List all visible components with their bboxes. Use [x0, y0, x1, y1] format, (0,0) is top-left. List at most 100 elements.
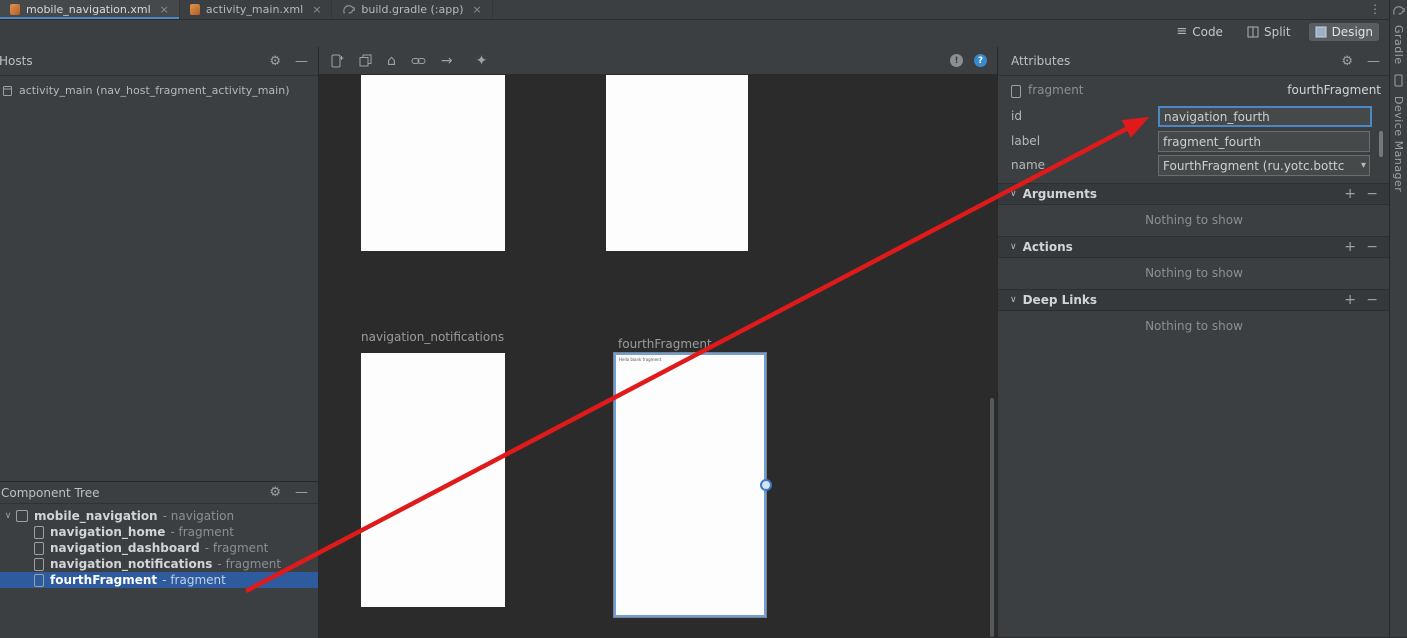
device-manager-tool-window-button[interactable]: Device Manager — [1392, 96, 1405, 192]
chevron-down-icon: ∨ — [1010, 189, 1017, 199]
host-item-activity-main[interactable]: activity_main (nav_host_fragment_activit… — [0, 76, 318, 97]
gradle-icon[interactable] — [1392, 5, 1405, 16]
actions-empty-text: Nothing to show — [998, 266, 1390, 280]
name-dropdown-value: FourthFragment (ru.yotc.bottc — [1163, 159, 1359, 173]
navigation-icon — [16, 510, 28, 522]
remove-action-button[interactable]: − — [1366, 239, 1378, 255]
tree-item-type: - fragment — [170, 525, 234, 539]
tree-row-navigation-dashboard[interactable]: navigation_dashboard - fragment — [0, 540, 318, 556]
fragment-preview-home[interactable] — [361, 75, 505, 251]
right-tool-window-strip: Gradle Device Manager — [1389, 0, 1407, 637]
tree-row-mobile-navigation[interactable]: ∨ mobile_navigation - navigation — [0, 508, 318, 524]
link-icon[interactable] — [411, 56, 426, 66]
name-attribute-row: name FourthFragment (ru.yotc.bottc ▾ — [998, 155, 1390, 177]
tree-item-type: - navigation — [163, 509, 235, 523]
attributes-panel-header: Attributes ⚙ — — [998, 47, 1390, 76]
component-type-label: fragment — [1028, 83, 1084, 97]
tree-row-fourth-fragment[interactable]: fourthFragment - fragment — [0, 572, 318, 588]
home-icon[interactable]: ⌂ — [387, 54, 396, 68]
add-action-button[interactable]: + — [1344, 239, 1356, 255]
component-tree-title: Component Tree — [1, 486, 99, 500]
attributes-panel-title: Attributes — [1011, 54, 1070, 68]
add-argument-button[interactable]: + — [1344, 186, 1356, 202]
tree-row-navigation-notifications[interactable]: navigation_notifications - fragment — [0, 556, 318, 572]
add-deep-link-button[interactable]: + — [1344, 292, 1356, 308]
attributes-scrollbar[interactable] — [1379, 131, 1383, 157]
warning-indicator-icon[interactable]: ! — [950, 54, 963, 67]
device-manager-icon[interactable] — [1394, 74, 1403, 87]
fragment-preview-dashboard[interactable] — [606, 75, 748, 251]
split-label: Split — [1264, 25, 1291, 39]
gear-icon[interactable]: ⚙ — [269, 55, 281, 68]
tree-item-type: - fragment — [162, 573, 226, 587]
kebab-menu-icon[interactable]: ⋮ — [1368, 2, 1382, 17]
fragment-preview-fourth-selected[interactable]: Hello blank fragment — [614, 353, 766, 617]
component-tree-rows: ∨ mobile_navigation - navigation navigat… — [0, 504, 318, 588]
fragment-icon — [34, 526, 44, 539]
canvas-vertical-scrollbar[interactable] — [990, 398, 994, 637]
minimize-icon[interactable]: — — [295, 486, 308, 499]
remove-argument-button[interactable]: − — [1366, 186, 1378, 202]
hosts-panel-header: Hosts ⚙ — — [0, 47, 318, 76]
editor-mode-bar: ≡ Code Split Design — [0, 20, 1389, 48]
id-input[interactable] — [1158, 106, 1372, 127]
tree-item-name: navigation_dashboard — [50, 541, 200, 555]
design-canvas[interactable]: navigation_notifications fourthFragment … — [319, 75, 997, 637]
tab-label: mobile_navigation.xml — [26, 3, 151, 16]
deep-links-section-header[interactable]: ∨ Deep Links + − — [998, 289, 1390, 311]
split-view-button[interactable]: Split — [1241, 23, 1297, 41]
auto-arrange-icon[interactable]: ✦ — [476, 54, 488, 68]
section-title: Deep Links — [1023, 293, 1097, 307]
fragment-icon — [34, 542, 44, 555]
label-attribute-row: label — [998, 131, 1390, 153]
editor-tab-bar: mobile_navigation.xml × activity_main.xm… — [0, 0, 1389, 20]
new-destination-icon[interactable] — [331, 54, 344, 68]
tab-mobile-navigation-xml[interactable]: mobile_navigation.xml × — [0, 0, 180, 19]
gear-icon[interactable]: ⚙ — [1341, 55, 1353, 68]
selection-handle[interactable] — [760, 479, 772, 491]
hosts-panel: Hosts ⚙ — activity_main (nav_host_fragme… — [0, 47, 319, 481]
close-icon[interactable]: × — [473, 3, 482, 16]
host-item-label: activity_main (nav_host_fragment_activit… — [19, 84, 290, 97]
minimize-icon[interactable]: — — [295, 55, 308, 68]
duplicate-icon[interactable] — [359, 54, 372, 67]
chevron-down-icon: ▾ — [1361, 160, 1366, 171]
tab-activity-main-xml[interactable]: activity_main.xml × — [180, 0, 333, 19]
split-icon — [1247, 26, 1259, 38]
component-tree-header: Component Tree ⚙ — — [0, 482, 318, 504]
remove-deep-link-button[interactable]: − — [1366, 292, 1378, 308]
tab-build-gradle[interactable]: build.gradle (:app) × — [332, 0, 492, 19]
design-view-button[interactable]: Design — [1309, 23, 1379, 41]
tree-item-name: navigation_notifications — [50, 557, 212, 571]
code-view-button[interactable]: ≡ Code — [1170, 23, 1229, 41]
close-icon[interactable]: × — [312, 3, 321, 16]
minimize-icon[interactable]: — — [1367, 55, 1380, 68]
tree-item-name: mobile_navigation — [34, 509, 158, 523]
component-tree-panel: Component Tree ⚙ — ∨ mobile_navigation -… — [0, 481, 319, 638]
fragment-preview-notifications[interactable] — [361, 353, 505, 607]
name-label: name — [1011, 158, 1045, 172]
name-dropdown[interactable]: FourthFragment (ru.yotc.bottc ▾ — [1158, 155, 1370, 176]
gradle-icon — [342, 4, 355, 15]
label-input[interactable] — [1158, 131, 1370, 152]
design-icon — [1315, 26, 1327, 38]
id-attribute-row: id — [998, 106, 1390, 128]
help-icon[interactable]: ? — [974, 54, 987, 67]
gradle-tool-window-button[interactable]: Gradle — [1392, 25, 1405, 65]
close-icon[interactable]: × — [160, 3, 169, 16]
code-label: Code — [1192, 25, 1223, 39]
go-to-destination-icon[interactable]: → — [441, 54, 453, 68]
actions-section-header[interactable]: ∨ Actions + − — [998, 236, 1390, 258]
tree-item-type: - fragment — [205, 541, 269, 555]
tree-row-navigation-home[interactable]: navigation_home - fragment — [0, 524, 318, 540]
arguments-section-header[interactable]: ∨ Arguments + − — [998, 183, 1390, 205]
tree-item-name: navigation_home — [50, 525, 165, 539]
canvas-toolbar: ⌂ → ✦ ! ? — [319, 47, 997, 75]
gear-icon[interactable]: ⚙ — [269, 486, 281, 499]
chevron-down-icon: ∨ — [1010, 242, 1017, 252]
chevron-down-icon[interactable]: ∨ — [2, 511, 14, 521]
chevron-down-icon: ∨ — [1010, 295, 1017, 305]
code-icon: ≡ — [1176, 27, 1187, 37]
arguments-empty-text: Nothing to show — [998, 213, 1390, 227]
activity-icon — [2, 85, 13, 97]
